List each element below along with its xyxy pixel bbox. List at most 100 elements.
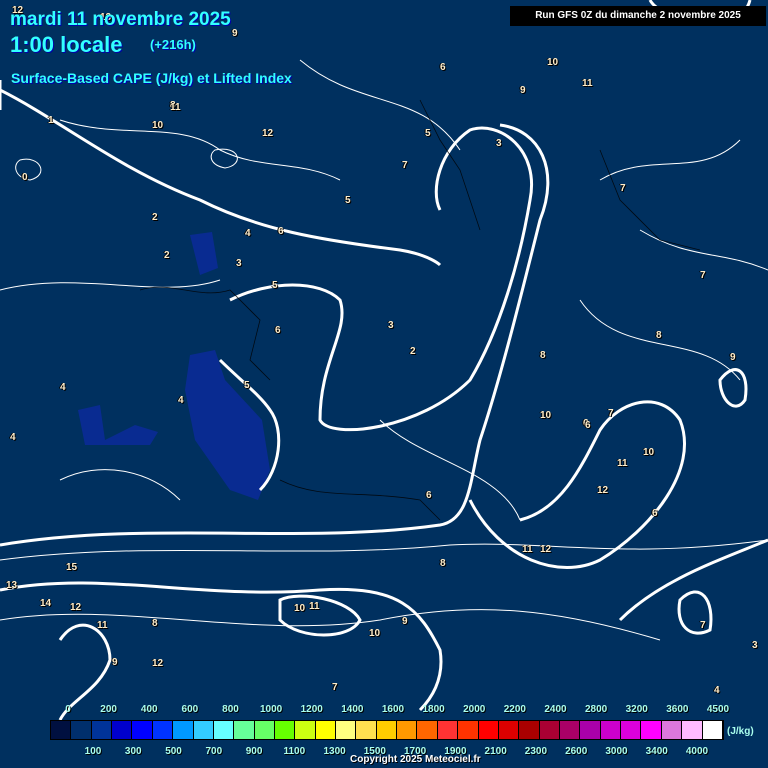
scale-tick-label: 700 xyxy=(205,746,223,757)
scale-tick-label: 1000 xyxy=(260,704,283,715)
contour-label: 7 xyxy=(700,270,706,281)
scale-tick-label: 1400 xyxy=(341,704,364,715)
contour-label: 6 xyxy=(426,490,432,501)
contour-label: 6 xyxy=(440,62,446,73)
contour-label: 12 xyxy=(540,544,552,555)
color-scale-cell xyxy=(71,721,92,739)
contour-label: 11 xyxy=(617,458,628,469)
contour-label: 7 xyxy=(402,160,408,171)
color-scale-cell xyxy=(91,721,113,739)
color-scale-cell xyxy=(478,721,499,739)
weather-map: 12 13 9 6 10 9 8 11 5 11 10 12 7 3 2 0 1 6 2 4 3 5 6 3 2 4 5 4 4 8 10 6… xyxy=(0,0,768,768)
contour-label: 13 xyxy=(6,580,18,591)
scale-tick-label: 600 xyxy=(181,704,199,715)
scale-tick-label: 1300 xyxy=(323,746,346,757)
scale-tick-label: 4500 xyxy=(706,704,730,715)
color-scale-cell xyxy=(193,721,214,739)
color-scale-cell xyxy=(641,721,662,739)
contour-label: 0 xyxy=(22,172,28,183)
color-scale-cell xyxy=(702,721,723,739)
contour-label: 12 xyxy=(152,658,164,669)
scale-tick-label: 300 xyxy=(124,746,142,757)
color-scale-cell xyxy=(682,721,703,739)
color-scale-cell xyxy=(417,721,438,739)
contour-label: 12 xyxy=(597,485,609,496)
color-scale-cell xyxy=(458,721,479,739)
color-scale-cell xyxy=(356,721,377,739)
contour-label: 7 xyxy=(700,620,706,631)
scale-tick-label: 1800 xyxy=(422,704,445,715)
color-scale-cell xyxy=(274,721,296,739)
scale-tick-label: 200 xyxy=(100,704,117,715)
color-scale-bar xyxy=(50,720,724,740)
scale-tick-label: 3600 xyxy=(666,704,689,715)
contour-label: 15 xyxy=(66,562,78,573)
contour-label: 4 xyxy=(714,685,720,696)
scale-tick-label: 2100 xyxy=(484,746,507,757)
forecast-time: 1:00 locale xyxy=(10,32,123,57)
contour-label: 10 xyxy=(540,410,552,421)
legend-unit: (J/kg) xyxy=(727,726,754,737)
color-scale-cell xyxy=(234,721,255,739)
contour-label: 8 xyxy=(540,350,546,361)
scale-tick-label: 2300 xyxy=(524,746,548,757)
contour-label: 9 xyxy=(112,657,118,668)
copyright: Copyright 2025 Meteociel.fr xyxy=(350,754,481,765)
scale-tick-label: 900 xyxy=(245,746,263,757)
color-scale-cell xyxy=(213,721,235,739)
color-scale-cell xyxy=(661,721,683,739)
color-scale-cell xyxy=(580,721,601,739)
color-scale-cell xyxy=(295,721,316,739)
color-scale-cell xyxy=(621,721,642,739)
contour-label: 12 xyxy=(262,128,274,139)
scale-tick-label: 4000 xyxy=(685,746,709,757)
contour-label: 5 xyxy=(345,195,351,206)
scale-tick-label: 1600 xyxy=(381,704,405,715)
color-scale-cell xyxy=(397,721,418,739)
scale-tick-label: 3000 xyxy=(605,746,628,757)
contour-label: 10 xyxy=(152,120,164,131)
color-scale-cell xyxy=(51,721,72,739)
color-scale-cell xyxy=(539,721,560,739)
contour-label: 11 xyxy=(170,102,181,113)
forecast-date: mardi 11 novembre 2025 xyxy=(10,9,231,30)
color-scale-cell xyxy=(498,721,520,739)
color-scale-cell xyxy=(112,721,133,739)
contour-label: 1 xyxy=(48,115,54,126)
color-scale-cell xyxy=(173,721,194,739)
contour-label: 11 xyxy=(97,620,108,631)
contour-label: 2 xyxy=(152,212,158,223)
product-title: Surface-Based CAPE (J/kg) et Lifted Inde… xyxy=(11,70,292,86)
lead-time: (+216h) xyxy=(150,37,196,52)
contour-label: 5 xyxy=(244,380,250,391)
contour-label: 7 xyxy=(332,682,338,693)
contour-label: 3 xyxy=(388,320,394,331)
color-scale-cell xyxy=(315,721,337,739)
scale-tick-label: 400 xyxy=(140,704,158,715)
contour-label: 4 xyxy=(10,432,16,443)
scale-tick-label: 2800 xyxy=(585,704,608,715)
color-scale-cell xyxy=(376,721,398,739)
scale-tick-label: 2000 xyxy=(463,704,486,715)
contour-label: 10 xyxy=(294,603,306,614)
contour-label: 9 xyxy=(402,616,408,627)
contour-label: 3 xyxy=(496,138,502,149)
contour-label: 10 xyxy=(369,628,381,639)
cape-area-low xyxy=(185,350,270,500)
color-scale-cell xyxy=(437,721,459,739)
contour-label: 8 xyxy=(440,558,446,569)
scale-tick-label: 2400 xyxy=(544,704,567,715)
contour-label: 2 xyxy=(410,346,416,357)
scale-tick-label: 800 xyxy=(222,704,239,715)
contour-label: 9 xyxy=(520,85,526,96)
contour-label: 12 xyxy=(70,602,82,613)
color-scale-cell xyxy=(600,721,622,739)
contour-label: 8 xyxy=(152,618,158,629)
color-scale-cell xyxy=(254,721,275,739)
contour-label: 7 xyxy=(608,408,614,419)
cape-contour-map xyxy=(0,0,768,721)
contour-label: 6 xyxy=(652,508,658,519)
contour-label: 9 xyxy=(730,352,736,363)
contour-label: 6 xyxy=(585,420,591,431)
cape-area-low xyxy=(78,405,158,445)
